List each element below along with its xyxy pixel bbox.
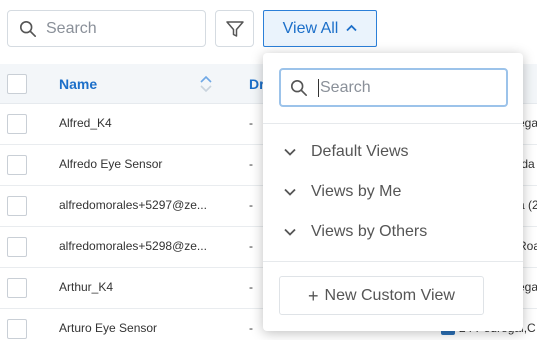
row-checkbox[interactable]	[7, 319, 27, 339]
row-name[interactable]: Alfred_K4	[59, 116, 112, 130]
search-input[interactable]: Search	[7, 10, 206, 47]
sort-icon[interactable]	[199, 74, 213, 94]
group-label: Views by Me	[311, 183, 402, 200]
column-header-name[interactable]: Name	[59, 76, 97, 92]
chevron-down-icon	[284, 188, 296, 196]
search-icon	[19, 20, 37, 37]
group-label: Default Views	[311, 143, 409, 160]
row-col2: -	[249, 198, 253, 212]
row-name[interactable]: Arturo Eye Sensor	[59, 321, 157, 335]
view-all-label: View All	[282, 19, 339, 37]
row-checkbox[interactable]	[7, 114, 27, 134]
search-icon	[290, 79, 308, 96]
view-all-button[interactable]: View All	[263, 10, 377, 47]
group-label: Views by Others	[311, 223, 428, 240]
row-checkbox[interactable]	[7, 155, 27, 175]
group-views-by-me[interactable]: Views by Me	[283, 180, 401, 204]
search-placeholder: Search	[46, 19, 97, 37]
new-custom-view-button[interactable]: + New Custom View	[279, 276, 484, 315]
row-checkbox[interactable]	[7, 237, 27, 257]
row-name[interactable]: alfredomorales+5298@ze...	[59, 239, 207, 253]
group-default-views[interactable]: Default Views	[283, 140, 409, 164]
row-name[interactable]: Alfredo Eye Sensor	[59, 157, 162, 171]
row-col2: -	[249, 157, 253, 171]
group-views-by-others[interactable]: Views by Others	[283, 220, 427, 244]
row-name[interactable]: Arthur_K4	[59, 280, 113, 294]
row-col2: -	[249, 321, 253, 335]
chevron-down-icon	[284, 148, 296, 156]
chevron-down-icon	[284, 228, 296, 236]
row-checkbox[interactable]	[7, 196, 27, 216]
select-all-checkbox[interactable]	[7, 74, 27, 94]
plus-icon: +	[308, 285, 319, 306]
views-search-placeholder: Search	[318, 78, 371, 97]
divider	[263, 261, 523, 262]
views-search-input[interactable]: Search	[279, 68, 508, 107]
filter-button[interactable]	[215, 10, 254, 47]
row-col2: -	[249, 280, 253, 294]
row-checkbox[interactable]	[7, 278, 27, 298]
chevron-up-icon	[346, 24, 357, 31]
views-dropdown: Search Default Views Views by Me Views b…	[263, 53, 523, 331]
divider	[263, 123, 523, 124]
filter-icon	[225, 20, 244, 37]
row-name[interactable]: alfredomorales+5297@ze...	[59, 198, 207, 212]
new-custom-view-label: New Custom View	[324, 286, 455, 304]
row-col2: -	[249, 239, 253, 253]
row-col2: -	[249, 116, 253, 130]
